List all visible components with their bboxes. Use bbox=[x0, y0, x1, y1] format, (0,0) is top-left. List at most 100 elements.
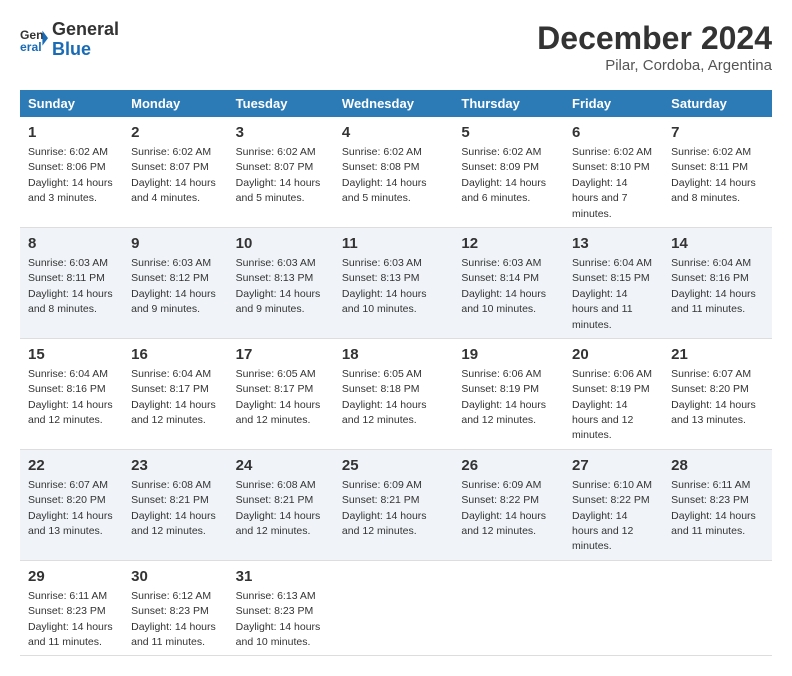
daylight-info: Daylight: 14 hours and 13 minutes. bbox=[28, 510, 113, 537]
sunrise-info: Sunrise: 6:03 AM bbox=[461, 257, 541, 269]
day-number: 13 bbox=[572, 233, 655, 254]
sunset-info: Sunset: 8:17 PM bbox=[236, 383, 314, 395]
logo-icon: Gen eral bbox=[20, 26, 48, 54]
day-number: 7 bbox=[671, 122, 764, 143]
day-cell: 9 Sunrise: 6:03 AM Sunset: 8:12 PM Dayli… bbox=[123, 227, 228, 338]
sunrise-info: Sunrise: 6:04 AM bbox=[671, 257, 751, 269]
daylight-info: Daylight: 14 hours and 10 minutes. bbox=[236, 621, 321, 648]
logo-text: General Blue bbox=[52, 20, 119, 60]
sunrise-info: Sunrise: 6:05 AM bbox=[342, 368, 422, 380]
day-cell: 5 Sunrise: 6:02 AM Sunset: 8:09 PM Dayli… bbox=[453, 117, 564, 227]
daylight-info: Daylight: 14 hours and 9 minutes. bbox=[236, 288, 321, 315]
daylight-info: Daylight: 14 hours and 12 minutes. bbox=[572, 399, 633, 442]
daylight-info: Daylight: 14 hours and 11 minutes. bbox=[671, 510, 756, 537]
daylight-info: Daylight: 14 hours and 3 minutes. bbox=[28, 177, 113, 204]
day-number: 1 bbox=[28, 122, 115, 143]
daylight-info: Daylight: 14 hours and 11 minutes. bbox=[131, 621, 216, 648]
sunset-info: Sunset: 8:10 PM bbox=[572, 161, 650, 173]
sunset-info: Sunset: 8:13 PM bbox=[342, 272, 420, 284]
header-cell-sunday: Sunday bbox=[20, 90, 123, 117]
sunrise-info: Sunrise: 6:12 AM bbox=[131, 590, 211, 602]
sunset-info: Sunset: 8:21 PM bbox=[342, 494, 420, 506]
sunrise-info: Sunrise: 6:03 AM bbox=[131, 257, 211, 269]
daylight-info: Daylight: 14 hours and 12 minutes. bbox=[131, 399, 216, 426]
day-number: 8 bbox=[28, 233, 115, 254]
daylight-info: Daylight: 14 hours and 8 minutes. bbox=[28, 288, 113, 315]
day-cell: 16 Sunrise: 6:04 AM Sunset: 8:17 PM Dayl… bbox=[123, 338, 228, 449]
sunrise-info: Sunrise: 6:06 AM bbox=[461, 368, 541, 380]
sunset-info: Sunset: 8:06 PM bbox=[28, 161, 106, 173]
sunrise-info: Sunrise: 6:07 AM bbox=[671, 368, 751, 380]
week-row-2: 8 Sunrise: 6:03 AM Sunset: 8:11 PM Dayli… bbox=[20, 227, 772, 338]
sunset-info: Sunset: 8:22 PM bbox=[572, 494, 650, 506]
day-cell: 7 Sunrise: 6:02 AM Sunset: 8:11 PM Dayli… bbox=[663, 117, 772, 227]
header-cell-monday: Monday bbox=[123, 90, 228, 117]
header-row: SundayMondayTuesdayWednesdayThursdayFrid… bbox=[20, 90, 772, 117]
day-cell: 26 Sunrise: 6:09 AM Sunset: 8:22 PM Dayl… bbox=[453, 449, 564, 560]
day-cell bbox=[453, 560, 564, 656]
daylight-info: Daylight: 14 hours and 8 minutes. bbox=[671, 177, 756, 204]
day-number: 31 bbox=[236, 566, 326, 587]
daylight-info: Daylight: 14 hours and 11 minutes. bbox=[572, 288, 633, 331]
sunset-info: Sunset: 8:23 PM bbox=[131, 605, 209, 617]
sunrise-info: Sunrise: 6:09 AM bbox=[461, 479, 541, 491]
subtitle: Pilar, Cordoba, Argentina bbox=[537, 57, 772, 74]
day-number: 4 bbox=[342, 122, 445, 143]
week-row-1: 1 Sunrise: 6:02 AM Sunset: 8:06 PM Dayli… bbox=[20, 117, 772, 227]
sunrise-info: Sunrise: 6:02 AM bbox=[236, 146, 316, 158]
daylight-info: Daylight: 14 hours and 4 minutes. bbox=[131, 177, 216, 204]
day-number: 9 bbox=[131, 233, 220, 254]
sunrise-info: Sunrise: 6:10 AM bbox=[572, 479, 652, 491]
sunrise-info: Sunrise: 6:03 AM bbox=[236, 257, 316, 269]
day-number: 21 bbox=[671, 344, 764, 365]
day-cell: 12 Sunrise: 6:03 AM Sunset: 8:14 PM Dayl… bbox=[453, 227, 564, 338]
day-cell: 10 Sunrise: 6:03 AM Sunset: 8:13 PM Dayl… bbox=[228, 227, 334, 338]
day-cell: 30 Sunrise: 6:12 AM Sunset: 8:23 PM Dayl… bbox=[123, 560, 228, 656]
day-cell: 11 Sunrise: 6:03 AM Sunset: 8:13 PM Dayl… bbox=[334, 227, 453, 338]
day-number: 19 bbox=[461, 344, 556, 365]
sunset-info: Sunset: 8:09 PM bbox=[461, 161, 539, 173]
sunset-info: Sunset: 8:12 PM bbox=[131, 272, 209, 284]
sunset-info: Sunset: 8:22 PM bbox=[461, 494, 539, 506]
header-cell-friday: Friday bbox=[564, 90, 663, 117]
sunset-info: Sunset: 8:23 PM bbox=[671, 494, 749, 506]
sunset-info: Sunset: 8:16 PM bbox=[28, 383, 106, 395]
daylight-info: Daylight: 14 hours and 11 minutes. bbox=[671, 288, 756, 315]
day-cell: 23 Sunrise: 6:08 AM Sunset: 8:21 PM Dayl… bbox=[123, 449, 228, 560]
sunrise-info: Sunrise: 6:04 AM bbox=[572, 257, 652, 269]
daylight-info: Daylight: 14 hours and 12 minutes. bbox=[342, 510, 427, 537]
day-number: 5 bbox=[461, 122, 556, 143]
day-cell: 13 Sunrise: 6:04 AM Sunset: 8:15 PM Dayl… bbox=[564, 227, 663, 338]
day-number: 25 bbox=[342, 455, 445, 476]
day-cell bbox=[663, 560, 772, 656]
sunset-info: Sunset: 8:13 PM bbox=[236, 272, 314, 284]
day-cell: 29 Sunrise: 6:11 AM Sunset: 8:23 PM Dayl… bbox=[20, 560, 123, 656]
daylight-info: Daylight: 14 hours and 5 minutes. bbox=[236, 177, 321, 204]
day-cell: 2 Sunrise: 6:02 AM Sunset: 8:07 PM Dayli… bbox=[123, 117, 228, 227]
day-number: 15 bbox=[28, 344, 115, 365]
day-number: 23 bbox=[131, 455, 220, 476]
sunrise-info: Sunrise: 6:13 AM bbox=[236, 590, 316, 602]
sunset-info: Sunset: 8:17 PM bbox=[131, 383, 209, 395]
sunrise-info: Sunrise: 6:02 AM bbox=[342, 146, 422, 158]
header-cell-thursday: Thursday bbox=[453, 90, 564, 117]
sunset-info: Sunset: 8:07 PM bbox=[236, 161, 314, 173]
day-cell: 6 Sunrise: 6:02 AM Sunset: 8:10 PM Dayli… bbox=[564, 117, 663, 227]
sunrise-info: Sunrise: 6:07 AM bbox=[28, 479, 108, 491]
sunset-info: Sunset: 8:19 PM bbox=[461, 383, 539, 395]
sunset-info: Sunset: 8:21 PM bbox=[131, 494, 209, 506]
calendar-table: SundayMondayTuesdayWednesdayThursdayFrid… bbox=[20, 90, 772, 656]
sunrise-info: Sunrise: 6:04 AM bbox=[28, 368, 108, 380]
day-number: 20 bbox=[572, 344, 655, 365]
daylight-info: Daylight: 14 hours and 12 minutes. bbox=[342, 399, 427, 426]
sunset-info: Sunset: 8:16 PM bbox=[671, 272, 749, 284]
daylight-info: Daylight: 14 hours and 5 minutes. bbox=[342, 177, 427, 204]
day-cell: 22 Sunrise: 6:07 AM Sunset: 8:20 PM Dayl… bbox=[20, 449, 123, 560]
header-cell-tuesday: Tuesday bbox=[228, 90, 334, 117]
sunrise-info: Sunrise: 6:02 AM bbox=[28, 146, 108, 158]
header-cell-saturday: Saturday bbox=[663, 90, 772, 117]
daylight-info: Daylight: 14 hours and 12 minutes. bbox=[236, 510, 321, 537]
sunrise-info: Sunrise: 6:11 AM bbox=[28, 590, 107, 602]
svg-text:eral: eral bbox=[20, 40, 42, 54]
sunrise-info: Sunrise: 6:02 AM bbox=[671, 146, 751, 158]
